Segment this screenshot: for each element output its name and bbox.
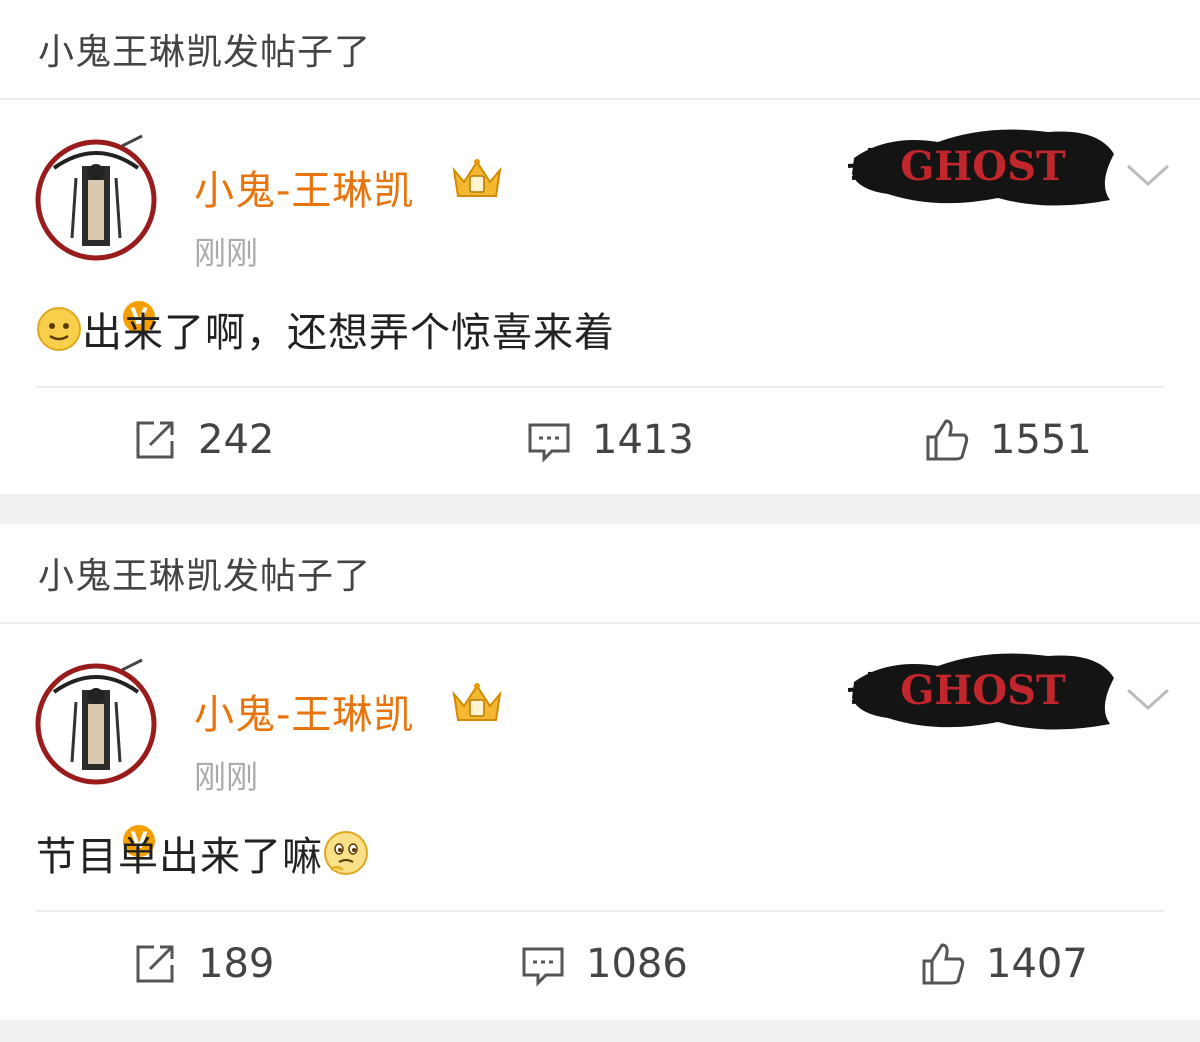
post-header: 小鬼王琳凯发帖子了 bbox=[0, 524, 1200, 624]
post-card[interactable]: V 小鬼-王琳凯 刚刚 GHOST 出来了啊，还想弄个惊喜来着 242 1413… bbox=[0, 100, 1200, 492]
username[interactable]: 小鬼-王琳凯 bbox=[194, 158, 414, 216]
ghost-banner[interactable]: GHOST bbox=[848, 114, 1118, 214]
thumbs-up-icon bbox=[922, 943, 965, 985]
comment-count: 1413 bbox=[592, 417, 694, 463]
like-button[interactable]: 1407 bbox=[920, 912, 1088, 1016]
comment-button[interactable]: 1086 bbox=[520, 912, 688, 1016]
chevron-down-icon[interactable] bbox=[1124, 160, 1172, 190]
avatar[interactable] bbox=[32, 652, 160, 792]
repost-icon bbox=[136, 945, 174, 983]
smile-emoji-icon bbox=[37, 307, 81, 351]
repost-icon bbox=[136, 421, 174, 459]
post-time: 刚刚 bbox=[194, 758, 259, 796]
like-count: 1407 bbox=[986, 941, 1088, 987]
repost-button[interactable]: 189 bbox=[132, 912, 274, 1016]
repost-button[interactable]: 242 bbox=[132, 388, 274, 492]
repost-count: 189 bbox=[198, 941, 275, 987]
thinking-emoji-icon bbox=[324, 831, 368, 875]
comment-button[interactable]: 1413 bbox=[526, 388, 694, 492]
post-block-1: 小鬼王琳凯发帖子了 V 小鬼-王琳凯 刚刚 GHOST 出来了啊，还想弄个惊喜来… bbox=[0, 0, 1200, 494]
post-header-title: 小鬼王琳凯发帖子了 bbox=[38, 556, 372, 597]
post-content: 节目单出来了嘛 bbox=[36, 824, 369, 882]
username[interactable]: 小鬼-王琳凯 bbox=[194, 682, 414, 740]
crown-badge-icon bbox=[452, 159, 502, 197]
thumbs-up-icon bbox=[926, 419, 969, 461]
post-header: 小鬼王琳凯发帖子了 bbox=[0, 0, 1200, 100]
crown-badge-icon bbox=[452, 683, 502, 721]
post-block-2: 小鬼王琳凯发帖子了 V 小鬼-王琳凯 刚刚 GHOST 节目单出来了嘛 189 … bbox=[0, 524, 1200, 1020]
post-card[interactable]: V 小鬼-王琳凯 刚刚 GHOST 节目单出来了嘛 189 1086 1407 bbox=[0, 624, 1200, 1016]
like-button[interactable]: 1551 bbox=[924, 388, 1092, 492]
svg-text:GHOST: GHOST bbox=[900, 143, 1066, 190]
post-text: 节目单出来了嘛 bbox=[36, 834, 323, 880]
action-bar: 242 1413 1551 bbox=[0, 388, 1200, 492]
svg-text:GHOST: GHOST bbox=[900, 667, 1066, 714]
chevron-down-icon[interactable] bbox=[1124, 684, 1172, 714]
avatar[interactable] bbox=[32, 128, 160, 268]
comment-icon bbox=[522, 947, 564, 987]
comment-icon bbox=[528, 423, 570, 463]
post-text: 出来了啊，还想弄个惊喜来着 bbox=[82, 310, 615, 356]
post-header-title: 小鬼王琳凯发帖子了 bbox=[38, 32, 372, 73]
repost-count: 242 bbox=[198, 417, 275, 463]
comment-count: 1086 bbox=[586, 941, 688, 987]
action-bar: 189 1086 1407 bbox=[0, 912, 1200, 1016]
post-time: 刚刚 bbox=[194, 234, 259, 272]
ghost-banner[interactable]: GHOST bbox=[848, 638, 1118, 738]
post-content: 出来了啊，还想弄个惊喜来着 bbox=[36, 300, 615, 358]
like-count: 1551 bbox=[990, 417, 1092, 463]
